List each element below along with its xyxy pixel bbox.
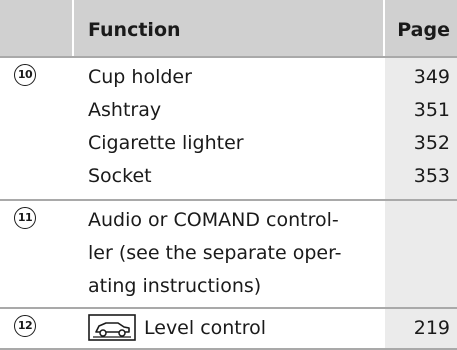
page-cell: 351 xyxy=(413,99,450,121)
function-cell-line: Audio or COMAND control- xyxy=(88,209,339,231)
row-number-badge: 11 xyxy=(14,207,36,229)
function-cell: Ashtray xyxy=(88,99,162,121)
page-cell: 353 xyxy=(413,165,450,187)
function-cell: Cup holder xyxy=(88,66,192,88)
header-function: Function xyxy=(88,19,181,41)
column-separator xyxy=(72,0,74,350)
row-divider xyxy=(0,199,457,201)
header-page: Page xyxy=(397,19,450,41)
level-control-icon xyxy=(88,314,136,341)
function-page-table: Function Page 10 Cup holder 349 Ashtray … xyxy=(0,0,457,350)
function-cell-line: ating instructions) xyxy=(88,275,262,297)
function-cell: Level control xyxy=(144,317,267,339)
row-number-badge: 10 xyxy=(14,64,36,86)
function-cell: Cigarette lighter xyxy=(88,132,244,154)
row-number-badge: 12 xyxy=(14,315,36,337)
page-cell: 349 xyxy=(413,66,450,88)
row-divider xyxy=(0,307,457,309)
row-divider xyxy=(0,56,457,58)
function-cell: Socket xyxy=(88,165,152,187)
page-cell: 219 xyxy=(413,317,450,339)
page-cell: 352 xyxy=(413,132,450,154)
function-cell-line: ler (see the separate oper- xyxy=(88,242,342,264)
